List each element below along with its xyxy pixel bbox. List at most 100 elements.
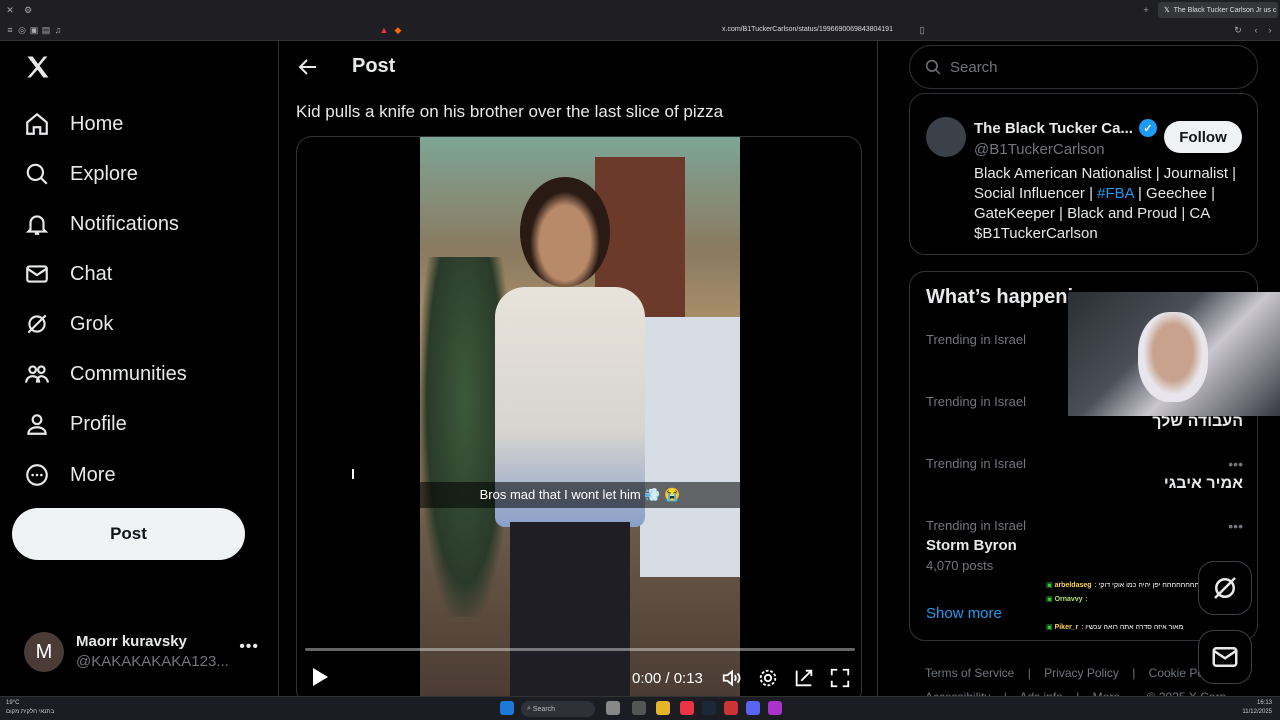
extension-icon[interactable]: ▤ (40, 24, 52, 36)
more-circle-icon (26, 464, 48, 486)
file-explorer-icon[interactable] (656, 701, 670, 715)
follow-button[interactable]: Follow (1164, 121, 1242, 153)
play-icon[interactable] (311, 667, 329, 687)
profile-handle: @B1TuckerCarlson (974, 141, 1105, 158)
trend-meta: Trending in Israel (926, 518, 1026, 533)
nav-label: Notifications (70, 212, 179, 235)
trend-name: אמיר איבגי (1163, 475, 1243, 492)
bell-icon (25, 215, 49, 235)
app-icon[interactable] (606, 701, 620, 715)
video-player[interactable]: Bros mad that I wont let him 💨 😭 0:00 / … (296, 136, 862, 696)
profile-name-row[interactable]: The Black Tucker Ca... ✓ (974, 119, 1157, 137)
taskbar-search[interactable]: ⌕ Search (521, 701, 595, 717)
nav-chat[interactable]: Chat (24, 259, 112, 289)
reload-icon[interactable]: ↻ (1232, 24, 1244, 36)
profile-card: The Black Tucker Ca... ✓ @B1TuckerCarlso… (909, 93, 1258, 255)
avatar[interactable] (926, 117, 966, 157)
kick-icon: ▣ (1046, 624, 1055, 631)
settings-gear-icon[interactable] (757, 667, 779, 689)
nav-home[interactable]: Home (24, 109, 123, 139)
hashtag-link[interactable]: #FBA (1097, 185, 1134, 202)
chat-text: : חחחחחחחח יפן יהיה כמו אוקי דוקי (1094, 581, 1200, 589)
nav-label: Profile (70, 412, 127, 435)
home-icon (26, 112, 48, 135)
nav-more[interactable]: More (24, 460, 116, 490)
grok-icon (1214, 577, 1236, 599)
kick-icon: ▣ (1046, 596, 1055, 603)
active-tab[interactable]: 𝕏 The Black Tucker Carlson Jr us c (1158, 2, 1278, 18)
account-name: Maorr kuravsky (76, 633, 187, 650)
music-icon[interactable]: ♫ (52, 24, 64, 36)
stream-chat-overlay: ▣ arbeldaseg: חחחחחחחח יפן יהיה כמו אוקי… (1046, 578, 1216, 638)
account-switcher[interactable]: M Maorr kuravsky @KAKAKAKAKA123... ••• (24, 630, 269, 674)
search-input[interactable]: Search (909, 45, 1258, 89)
nav-label: Chat (70, 262, 113, 285)
steam-icon[interactable] (702, 701, 716, 715)
footer-link[interactable]: Terms of Service (925, 666, 1014, 680)
app-icon[interactable] (768, 701, 782, 715)
chat-message: ▣ Piker_r: מאור איזה סדרה אתה רואה עכשיו (1046, 620, 1216, 634)
brave-icon[interactable] (680, 701, 694, 715)
footer-link[interactable]: Privacy Policy (1044, 666, 1119, 680)
brave-shield-icon[interactable]: ▲ (378, 24, 390, 36)
fridge-image (640, 317, 740, 577)
close-icon[interactable]: ✕ (4, 4, 16, 16)
task-view-icon[interactable] (632, 701, 646, 715)
video-time: 0:00 / 0:13 (632, 670, 703, 687)
tab-title: The Black Tucker Carlson Jr us c (1173, 6, 1277, 14)
extension-icon[interactable]: ◎ (16, 24, 28, 36)
forward-icon[interactable]: › (1264, 24, 1276, 36)
menu-icon[interactable]: ≡ (4, 24, 16, 36)
messages-float-button[interactable] (1198, 630, 1252, 684)
brave-icon[interactable]: ◆ (392, 24, 404, 36)
post-header: Post (280, 41, 877, 94)
back-icon[interactable]: ‹ (1250, 24, 1262, 36)
clock-date: 11/12/2025 (1242, 709, 1272, 715)
nav-notifications[interactable]: Notifications (24, 209, 179, 239)
person-icon (27, 414, 47, 435)
video-caption: Bros mad that I wont let him 💨 😭 (420, 482, 740, 508)
back-arrow-icon[interactable] (296, 55, 320, 79)
nav-label: Communities (70, 362, 187, 385)
trend-item[interactable]: Trending in Israel ••• Storm Byron 4,070… (926, 518, 1243, 573)
profile-name: The Black Tucker Ca... (974, 119, 1133, 137)
more-dots-icon[interactable]: ••• (1228, 518, 1243, 534)
nav-profile[interactable]: Profile (24, 409, 127, 439)
nav-communities[interactable]: Communities (24, 359, 187, 389)
post-button[interactable]: Post (12, 508, 245, 560)
pip-icon[interactable] (793, 667, 815, 689)
x-logo-icon[interactable] (24, 53, 52, 89)
discord-icon[interactable] (746, 701, 760, 715)
clock-time: 16:13 (1256, 700, 1272, 706)
more-dots-icon[interactable]: ••• (1228, 456, 1243, 472)
extension-icon[interactable]: ▣ (28, 24, 40, 36)
trend-item[interactable]: Trending in Israel ••• אמיר איבגי (926, 456, 1243, 493)
chat-user: arbeldaseg (1054, 581, 1092, 589)
settings-icon[interactable]: ⚙ (22, 4, 34, 16)
people-icon (25, 365, 49, 383)
weather-widget[interactable]: 19°C בתנאי חלקית מקום (6, 699, 54, 717)
new-tab-icon[interactable]: + (1140, 4, 1152, 16)
nav-grok[interactable]: Grok (24, 309, 113, 339)
show-more-link[interactable]: Show more (926, 605, 1002, 622)
nav-label: Home (70, 112, 124, 135)
url-bar[interactable]: x.com/B1TuckerCarlson/status/19966900698… (722, 26, 893, 33)
more-dots-icon[interactable]: ••• (239, 638, 259, 656)
nav-explore[interactable]: Explore (24, 159, 138, 189)
trend-count: 4,070 posts (926, 558, 994, 573)
profile-bio: Black American Nationalist | Journalist … (974, 164, 1246, 244)
chat-text: : מאור איזה סדרה אתה רואה עכשיו (1081, 623, 1184, 631)
search-icon (925, 59, 941, 75)
video-frame[interactable] (420, 137, 740, 696)
search-icon (26, 163, 48, 185)
windows-start-icon[interactable] (500, 701, 514, 715)
app-icon[interactable] (724, 701, 738, 715)
fullscreen-icon[interactable] (829, 667, 851, 689)
video-progress-bar[interactable] (305, 648, 855, 651)
volume-icon[interactable] (721, 667, 743, 689)
nav-label: Explore (70, 162, 138, 185)
bookmark-icon[interactable]: ▯ (916, 24, 928, 36)
trend-name: Storm Byron (926, 537, 1017, 554)
grok-float-button[interactable] (1198, 561, 1252, 615)
clock[interactable]: 16:13 11/12/2025 (1242, 699, 1272, 717)
